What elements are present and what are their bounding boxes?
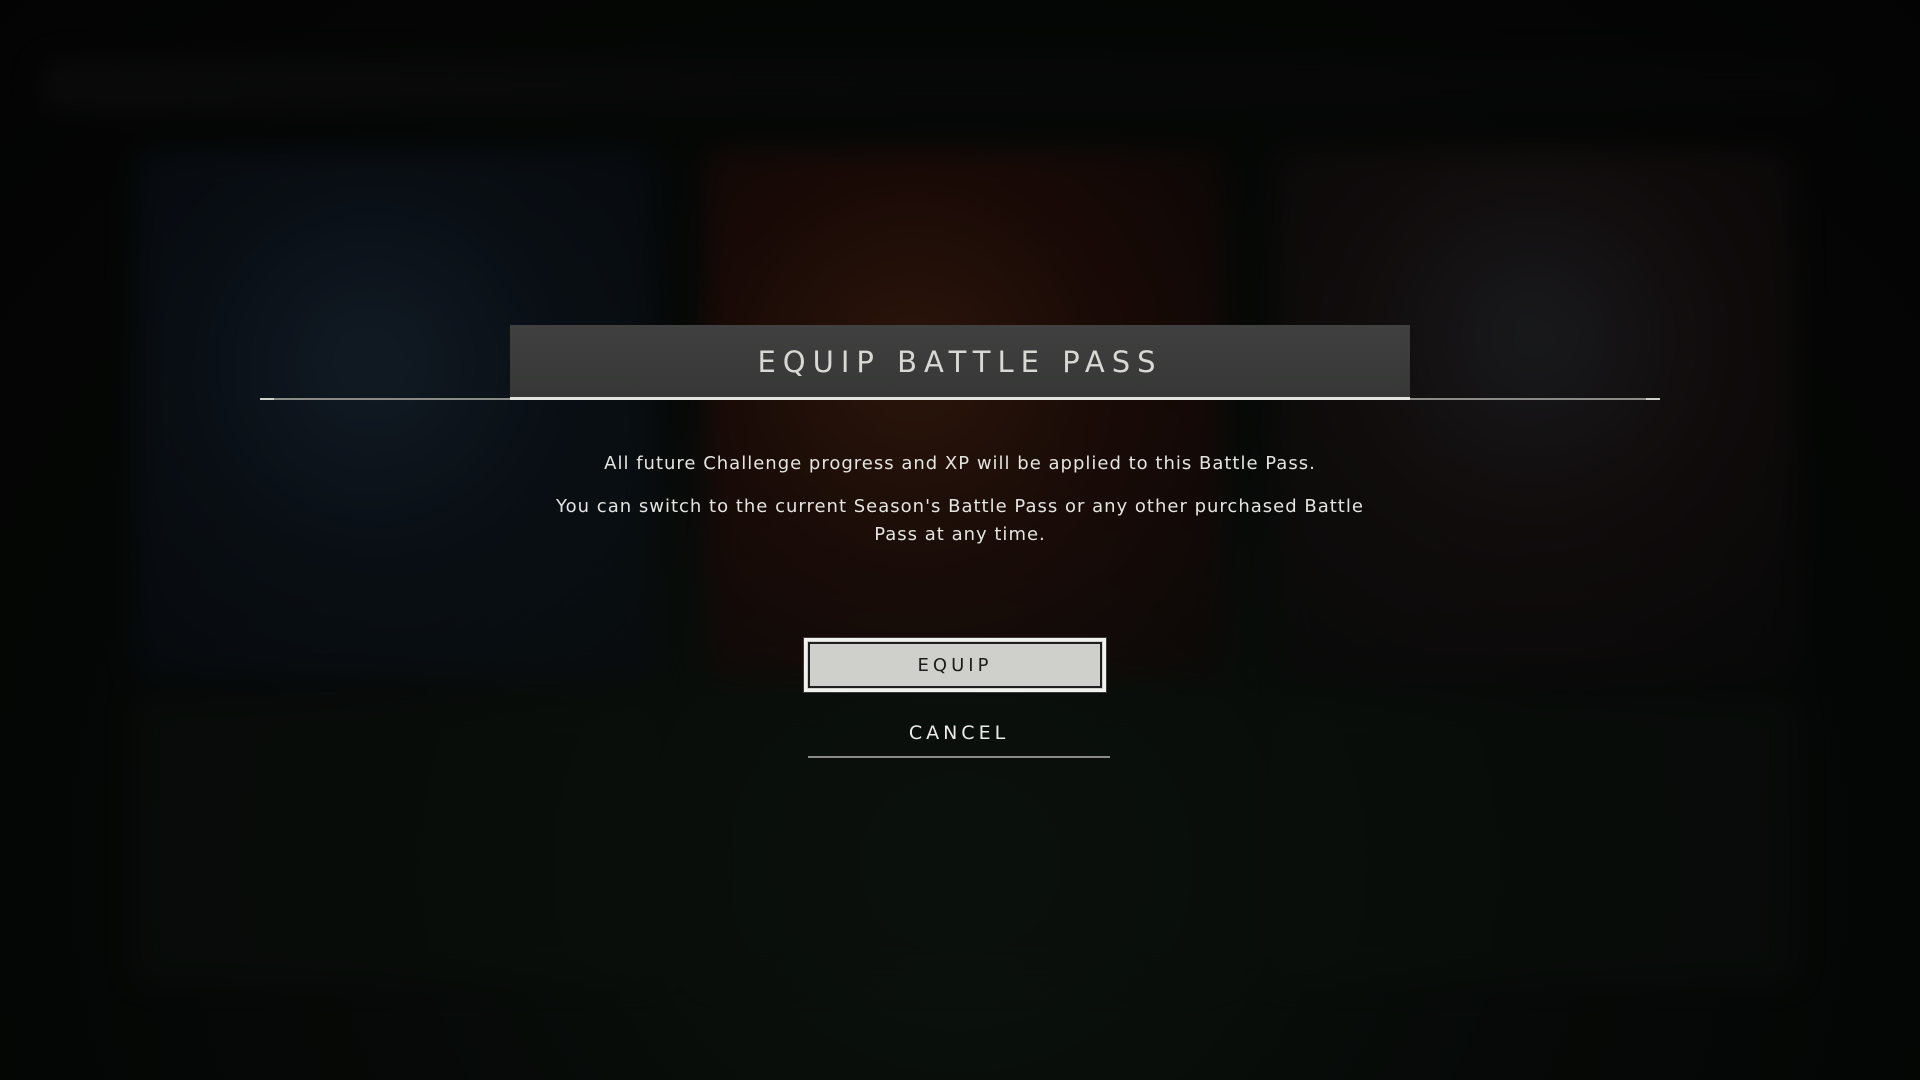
header-underline bbox=[510, 397, 1410, 400]
cancel-button[interactable]: CANCEL bbox=[808, 710, 1110, 758]
dialog-message-primary: All future Challenge progress and XP wil… bbox=[604, 453, 1316, 474]
divider-right-tick bbox=[1646, 398, 1660, 400]
equip-button[interactable]: EQUIP bbox=[804, 638, 1106, 692]
dialog-title: EQUIP BATTLE PASS bbox=[757, 345, 1163, 379]
dialog-message-secondary: You can switch to the current Season's B… bbox=[556, 496, 1364, 545]
equip-button-label: EQUIP bbox=[917, 654, 993, 676]
dialog-header: EQUIP BATTLE PASS bbox=[510, 325, 1410, 399]
battle-pass-screen: EQUIP BATTLE PASS All future Challenge p… bbox=[0, 0, 1920, 1080]
cancel-button-label: CANCEL bbox=[908, 722, 1010, 744]
divider-left-tick bbox=[260, 398, 274, 400]
